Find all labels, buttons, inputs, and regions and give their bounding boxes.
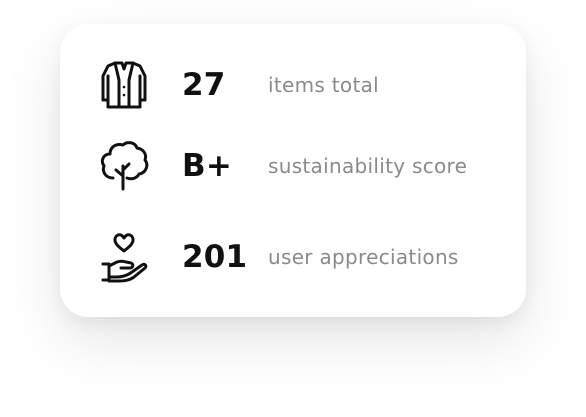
stats-card: 27 items total B+ sustainability score 2…: [60, 24, 526, 317]
tree-icon: [94, 136, 154, 196]
sustainability-score-label: sustainability score: [268, 154, 468, 178]
user-appreciations-label: user appreciations: [268, 245, 459, 269]
heart-hand-icon: [94, 227, 154, 287]
items-total-value: 27: [182, 67, 226, 103]
stats-stage: 27 items total B+ sustainability score 2…: [0, 0, 586, 417]
stat-row-sustainability-score: B+ sustainability score: [60, 136, 526, 196]
sustainability-score-value: B+: [182, 148, 233, 184]
coat-icon: [94, 55, 154, 115]
items-total-label: items total: [268, 73, 379, 97]
stat-row-items-total: 27 items total: [60, 55, 526, 115]
user-appreciations-value: 201: [182, 239, 248, 275]
stat-row-user-appreciations: 201 user appreciations: [60, 227, 526, 287]
